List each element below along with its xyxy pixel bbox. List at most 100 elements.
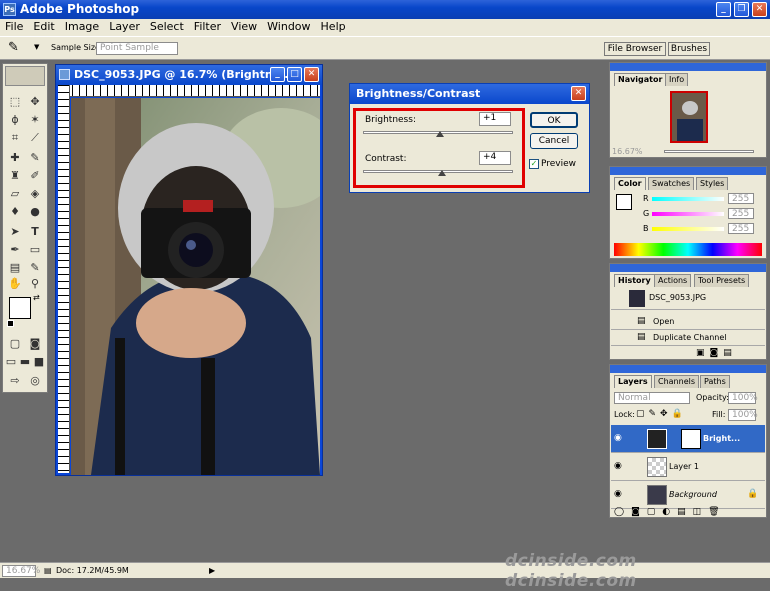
navigator-thumbnail[interactable] (670, 91, 708, 143)
screen-mode-standard-icon[interactable]: ▭ (4, 354, 18, 370)
jump-to-imageready-icon[interactable]: ⇨ (6, 373, 24, 389)
clone-stamp-tool-icon[interactable]: ♜ (6, 168, 24, 184)
tab-navigator[interactable]: Navigator (614, 73, 667, 86)
imageready-icon[interactable]: ◎ (26, 373, 44, 389)
pen-tool-icon[interactable]: ✒ (6, 242, 24, 258)
ok-button[interactable]: OK (530, 112, 578, 128)
standard-mode-icon[interactable]: ▢ (6, 336, 24, 352)
channel-r-slider[interactable] (652, 197, 724, 201)
contrast-slider-thumb[interactable] (438, 170, 446, 176)
doc-maximize-icon[interactable]: □ (287, 67, 302, 82)
layer-visibility-eye-icon[interactable]: ◉ (614, 461, 622, 471)
paint-bucket-tool-icon[interactable]: ◈ (26, 186, 44, 202)
brushes-button[interactable]: Brushes (668, 42, 710, 56)
path-selection-tool-icon[interactable]: ➤ (6, 224, 24, 240)
channel-b-slider[interactable] (652, 227, 724, 231)
tab-layers[interactable]: Layers (614, 375, 652, 388)
channel-g-slider[interactable] (652, 212, 724, 216)
layer-row-brightness[interactable]: ◉ Bright... (611, 425, 765, 453)
contrast-input[interactable]: +4 (479, 151, 511, 165)
swap-colors-icon[interactable]: ⇄ (33, 293, 40, 302)
menu-file[interactable]: File (0, 19, 28, 35)
layer-visibility-eye-icon[interactable]: ◉ (614, 433, 622, 443)
tab-paths[interactable]: Paths (700, 375, 730, 388)
tab-color[interactable]: Color (614, 177, 646, 190)
lasso-tool-icon[interactable]: ϕ (6, 112, 24, 128)
dodge-tool-icon[interactable]: ● (26, 204, 44, 220)
menu-help[interactable]: Help (316, 19, 351, 35)
menu-filter[interactable]: Filter (189, 19, 226, 35)
tab-swatches[interactable]: Swatches (648, 177, 695, 190)
tab-styles[interactable]: Styles (696, 177, 729, 190)
menu-edit[interactable]: Edit (28, 19, 59, 35)
tab-channels[interactable]: Channels (654, 375, 700, 388)
quick-mask-mode-icon[interactable]: ◙ (26, 336, 44, 352)
layers-footer-icons[interactable]: ◯◙▢◐▤◫🗑 (614, 507, 727, 517)
brush-tool-icon[interactable]: ✎ (26, 150, 44, 166)
hand-tool-icon[interactable]: ✋ (6, 276, 24, 292)
eraser-tool-icon[interactable]: ▱ (6, 186, 24, 202)
layer-visibility-eye-icon[interactable]: ◉ (614, 489, 622, 499)
color-fg-swatch[interactable] (616, 194, 632, 210)
status-menu-arrow-icon[interactable]: ▶ (209, 563, 215, 578)
status-zoom[interactable]: 16.67% (2, 565, 40, 577)
photo-canvas[interactable] (71, 98, 320, 475)
blend-mode-select[interactable]: Normal (614, 392, 690, 404)
menu-layer[interactable]: Layer (104, 19, 145, 35)
tab-history[interactable]: History (614, 274, 655, 287)
history-item[interactable]: ▤ Open (611, 314, 765, 330)
channel-r-value[interactable]: 255 (728, 193, 754, 204)
shape-tool-icon[interactable]: ▭ (26, 242, 44, 258)
healing-brush-tool-icon[interactable]: ✚ (6, 150, 24, 166)
foreground-color-swatch[interactable] (9, 297, 31, 319)
layer-row-background[interactable]: ◉ Background 🔒 (611, 481, 765, 509)
tab-info[interactable]: Info (665, 73, 689, 86)
file-browser-button[interactable]: File Browser (604, 42, 666, 56)
eyedropper-tool-icon[interactable]: ✎ (26, 260, 44, 276)
zoom-tool-icon[interactable]: ⚲ (26, 276, 44, 292)
history-footer-icons[interactable]: ▣◙▤ (696, 348, 737, 358)
lock-icons[interactable]: ▢✎✥🔒 (636, 409, 687, 419)
move-tool-icon[interactable]: ✥ (26, 94, 44, 110)
brightness-slider-thumb[interactable] (436, 131, 444, 137)
layer-mask-thumbnail[interactable] (681, 429, 701, 449)
blur-tool-icon[interactable]: ♦ (6, 204, 24, 220)
eyedropper-icon[interactable]: ✎ (8, 40, 19, 55)
menu-image[interactable]: Image (60, 19, 104, 35)
notes-tool-icon[interactable]: ▤ (6, 260, 24, 276)
tab-tool-presets[interactable]: Tool Presets (694, 274, 750, 287)
screen-mode-full-icon[interactable]: ■ (32, 354, 46, 370)
history-item[interactable]: ▤ Duplicate Channel (611, 330, 765, 346)
tab-actions[interactable]: Actions (654, 274, 692, 287)
channel-g-value[interactable]: 255 (728, 208, 754, 219)
color-spectrum-bar[interactable] (614, 243, 762, 256)
crop-tool-icon[interactable]: ⌗ (6, 130, 24, 146)
opacity-input[interactable]: 100% (728, 392, 758, 404)
history-snapshot[interactable]: DSC_9053.JPG (611, 288, 765, 310)
layer-row-layer1[interactable]: ◉ Layer 1 (611, 453, 765, 481)
magic-wand-tool-icon[interactable]: ✶ (26, 112, 44, 128)
type-tool-icon[interactable]: T (26, 224, 44, 240)
brightness-input[interactable]: +1 (479, 112, 511, 126)
slice-tool-icon[interactable]: ⟋ (26, 130, 44, 146)
menu-window[interactable]: Window (262, 19, 315, 35)
default-colors-icon[interactable] (7, 320, 14, 327)
doc-minimize-icon[interactable]: _ (270, 67, 285, 82)
close-icon[interactable]: ✕ (752, 2, 767, 17)
screen-mode-full-menu-icon[interactable]: ▬ (18, 354, 32, 370)
navigator-zoom-slider[interactable] (664, 150, 754, 153)
history-brush-tool-icon[interactable]: ✐ (26, 168, 44, 184)
menu-view[interactable]: View (226, 19, 262, 35)
restore-icon[interactable]: ❐ (734, 2, 749, 17)
sample-size-select[interactable]: Point Sample (96, 42, 178, 55)
minimize-icon[interactable]: _ (716, 2, 731, 17)
navigator-zoom[interactable]: 16.67% (612, 147, 643, 156)
doc-close-icon[interactable]: ✕ (304, 67, 319, 82)
fill-input[interactable]: 100% (728, 409, 758, 421)
preset-dropdown-arrow-icon[interactable]: ▼ (34, 43, 39, 51)
menu-select[interactable]: Select (145, 19, 189, 35)
cancel-button[interactable]: Cancel (530, 133, 578, 149)
dialog-close-icon[interactable]: ✕ (571, 86, 586, 101)
marquee-tool-icon[interactable]: ⬚ (6, 94, 24, 110)
preview-checkbox[interactable]: ✓ (529, 159, 539, 169)
